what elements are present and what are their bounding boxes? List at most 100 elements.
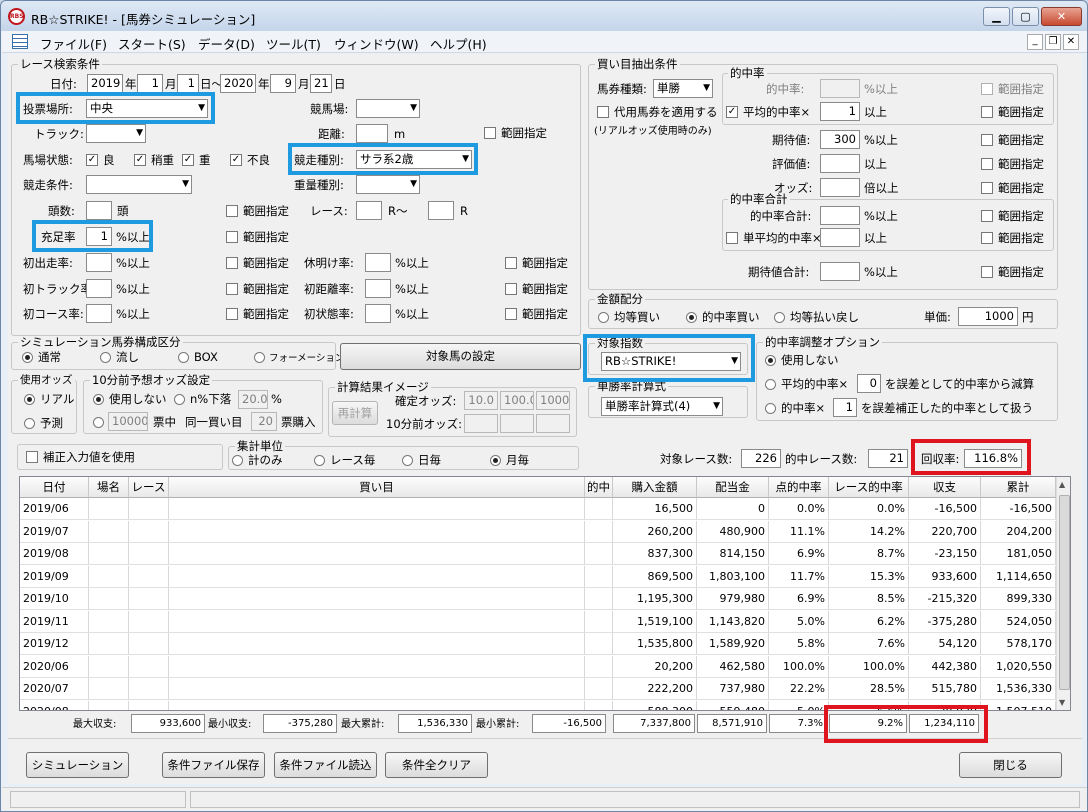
adjust-correct-input[interactable]: 1 bbox=[833, 398, 857, 417]
hatsutrack-input[interactable] bbox=[86, 279, 112, 298]
menu-file[interactable]: ファイル(F) bbox=[40, 34, 107, 53]
simu-normal-radio[interactable] bbox=[22, 352, 33, 363]
menu-tools[interactable]: ツール(T) bbox=[266, 34, 321, 53]
tan-avg-input[interactable] bbox=[820, 228, 860, 247]
hatsujotai-input[interactable] bbox=[365, 304, 391, 323]
odds-predict-radio[interactable] bbox=[24, 418, 35, 429]
header-hit[interactable]: 的中 bbox=[585, 477, 613, 498]
menu-window[interactable]: ウィンドウ(W) bbox=[334, 34, 419, 53]
joken-select[interactable] bbox=[86, 175, 192, 194]
header-race-hit[interactable]: レース的中率 bbox=[829, 477, 909, 498]
jutei-range-checkbox[interactable] bbox=[226, 231, 238, 243]
vertical-scrollbar[interactable]: ▲ ▼ bbox=[1056, 477, 1070, 710]
pre10-total-input[interactable]: 10000 bbox=[108, 412, 148, 431]
hyoka-range-checkbox[interactable] bbox=[981, 158, 993, 170]
close-button[interactable]: 閉じる bbox=[959, 752, 1062, 778]
recalc-button[interactable]: 再計算 bbox=[332, 401, 378, 425]
distance-input[interactable] bbox=[356, 124, 388, 143]
agg-race-radio[interactable] bbox=[314, 455, 325, 466]
daiyo-checkbox[interactable] bbox=[597, 106, 609, 118]
hatsucourse-range-checkbox[interactable] bbox=[226, 308, 238, 320]
scroll-thumb[interactable] bbox=[1059, 495, 1070, 690]
avg-hit-range-checkbox[interactable] bbox=[981, 106, 993, 118]
baba-omo-checkbox[interactable]: ✓ bbox=[182, 154, 194, 166]
keibajo-select[interactable] bbox=[356, 99, 420, 118]
tan-avg-range-checkbox[interactable] bbox=[981, 232, 993, 244]
simu-formation-radio[interactable] bbox=[254, 352, 265, 363]
money-equal-radio[interactable] bbox=[598, 312, 609, 323]
agg-total-radio[interactable] bbox=[232, 455, 243, 466]
hatsucourse-input[interactable] bbox=[86, 304, 112, 323]
simu-box-radio[interactable] bbox=[178, 352, 189, 363]
pre10-drop-radio[interactable] bbox=[174, 394, 185, 405]
venue-select[interactable]: 中央 bbox=[86, 99, 208, 118]
pre10-pct-input[interactable]: 20.0 bbox=[238, 390, 268, 409]
agg-month-radio[interactable] bbox=[490, 455, 501, 466]
scroll-down-icon[interactable]: ▼ bbox=[1059, 698, 1065, 707]
tan-avg-checkbox[interactable] bbox=[726, 232, 738, 244]
target-index-select[interactable]: RB☆STRIKE! bbox=[601, 352, 741, 371]
header-payout[interactable]: 配当金 bbox=[697, 477, 769, 498]
odds-input[interactable] bbox=[820, 178, 860, 197]
pre10-vote-radio[interactable] bbox=[93, 417, 104, 428]
juryo-select[interactable] bbox=[356, 175, 420, 194]
track-select[interactable] bbox=[86, 124, 146, 143]
odds-real-radio[interactable] bbox=[24, 394, 35, 405]
unit-price-input[interactable]: 1000 bbox=[958, 307, 1018, 326]
header-race[interactable]: レース bbox=[129, 477, 169, 498]
hatsukyori-range-checkbox[interactable] bbox=[505, 283, 517, 295]
results-table[interactable]: 日付 場名 レース 買い目 的中 購入金額 配当金 点的中率 レース的中率 収支… bbox=[19, 476, 1071, 711]
avg-hit-input[interactable]: 1 bbox=[820, 102, 860, 121]
header-date[interactable]: 日付 bbox=[20, 477, 89, 498]
adjust-subtract-input[interactable]: 0 bbox=[857, 374, 881, 393]
header-cumulative[interactable]: 累計 bbox=[981, 477, 1056, 498]
jutei-input[interactable]: 1 bbox=[86, 227, 112, 246]
distance-range-checkbox[interactable] bbox=[484, 127, 496, 139]
hit-rate-input[interactable] bbox=[820, 79, 860, 98]
hatsujotai-range-checkbox[interactable] bbox=[505, 308, 517, 320]
money-equal-payout-radio[interactable] bbox=[774, 312, 785, 323]
kitai-total-range-checkbox[interactable] bbox=[981, 266, 993, 278]
adjust-subtract-radio[interactable] bbox=[765, 379, 776, 390]
pre10-none-radio[interactable] bbox=[93, 394, 104, 405]
money-hitrate-radio[interactable] bbox=[686, 312, 697, 323]
simu-nagashi-radio[interactable] bbox=[100, 352, 111, 363]
kyumei-range-checkbox[interactable] bbox=[505, 257, 517, 269]
hosei-checkbox[interactable] bbox=[26, 451, 38, 463]
race-from-input[interactable] bbox=[356, 201, 382, 220]
kitai-range-checkbox[interactable] bbox=[981, 134, 993, 146]
load-conditions-button[interactable]: 条件ファイル読込 bbox=[274, 752, 377, 778]
pre10-count-input[interactable]: 20 bbox=[251, 412, 277, 431]
bet-type-select[interactable]: 単勝 bbox=[653, 79, 713, 98]
hatsukyori-input[interactable] bbox=[365, 279, 391, 298]
tosu-range-checkbox[interactable] bbox=[226, 205, 238, 217]
avg-hit-checkbox[interactable]: ✓ bbox=[726, 106, 738, 118]
hatsutrack-range-checkbox[interactable] bbox=[226, 283, 238, 295]
from-day-input[interactable]: 1 bbox=[177, 74, 199, 93]
adjust-none-radio[interactable] bbox=[765, 355, 776, 366]
maximize-button[interactable]: ▢ bbox=[1012, 7, 1039, 26]
from-year-input[interactable]: 2019 bbox=[87, 74, 123, 93]
header-purchase[interactable]: 購入金額 bbox=[613, 477, 697, 498]
mdi-close-button[interactable]: ✕ bbox=[1063, 34, 1079, 50]
scroll-up-icon[interactable]: ▲ bbox=[1059, 480, 1065, 489]
header-point-hit[interactable]: 点的中率 bbox=[769, 477, 829, 498]
kitai-total-input[interactable] bbox=[820, 262, 860, 281]
hit-rate-range-checkbox[interactable] bbox=[981, 83, 993, 95]
hit-total-range-checkbox[interactable] bbox=[981, 210, 993, 222]
header-venue[interactable]: 場名 bbox=[89, 477, 129, 498]
agg-day-radio[interactable] bbox=[402, 455, 413, 466]
save-conditions-button[interactable]: 条件ファイル保存 bbox=[162, 752, 265, 778]
tansho-formula-select[interactable]: 単勝率計算式(4) bbox=[601, 397, 723, 416]
hit-total-input[interactable] bbox=[820, 206, 860, 225]
to-day-input[interactable]: 21 bbox=[310, 74, 332, 93]
menu-start[interactable]: スタート(S) bbox=[118, 34, 186, 53]
clear-conditions-button[interactable]: 条件全クリア bbox=[385, 752, 488, 778]
adjust-correct-radio[interactable] bbox=[765, 403, 776, 414]
baba-ryo-checkbox[interactable]: ✓ bbox=[86, 154, 98, 166]
odds-range-checkbox[interactable] bbox=[981, 182, 993, 194]
race-to-input[interactable] bbox=[428, 201, 454, 220]
tosu-input[interactable] bbox=[86, 201, 112, 220]
minimize-button[interactable]: ▁ bbox=[983, 7, 1010, 26]
hyoka-input[interactable] bbox=[820, 154, 860, 173]
